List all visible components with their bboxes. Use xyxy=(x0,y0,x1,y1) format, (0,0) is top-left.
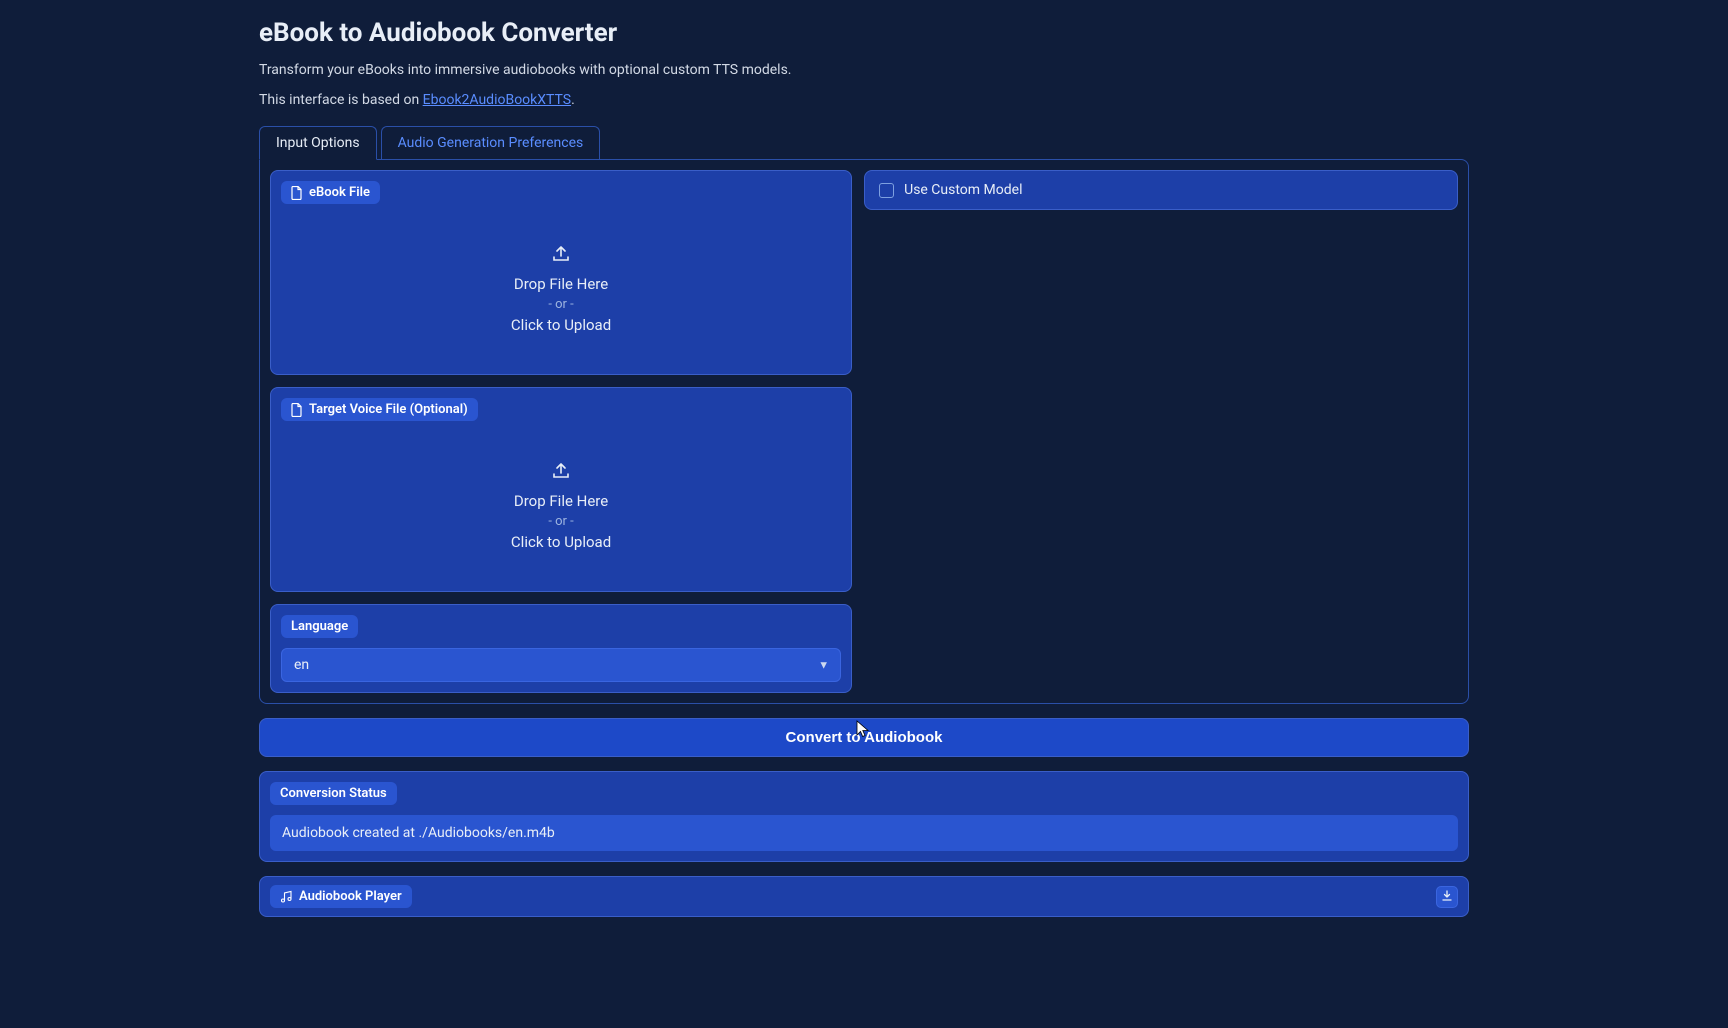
click-upload-text: Click to Upload xyxy=(511,533,611,551)
voice-file-card: Target Voice File (Optional) Drop File H… xyxy=(270,387,852,592)
based-on-link[interactable]: Ebook2AudioBookXTTS xyxy=(423,92,571,108)
status-badge: Conversion Status xyxy=(270,782,397,805)
file-icon xyxy=(291,403,303,417)
voice-file-badge: Target Voice File (Optional) xyxy=(281,398,478,421)
tab-audio-prefs[interactable]: Audio Generation Preferences xyxy=(381,126,601,160)
or-text: - or - xyxy=(548,297,573,312)
based-on-text: This interface is based on Ebook2AudioBo… xyxy=(259,92,1469,108)
download-icon xyxy=(1441,887,1453,906)
drop-text: Drop File Here xyxy=(514,492,608,510)
status-card: Conversion Status Audiobook created at .… xyxy=(259,771,1469,862)
download-button[interactable] xyxy=(1436,886,1458,908)
click-upload-text: Click to Upload xyxy=(511,316,611,334)
page-subtitle: Transform your eBooks into immersive aud… xyxy=(259,62,1469,78)
language-label: Language xyxy=(291,619,348,634)
voice-dropzone[interactable]: Drop File Here - or - Click to Upload xyxy=(281,431,841,581)
tabs: Input Options Audio Generation Preferenc… xyxy=(259,126,1469,160)
tab-panel-input: eBook File Drop File Here - or - Click t… xyxy=(259,159,1469,704)
status-label: Conversion Status xyxy=(280,786,387,801)
language-badge: Language xyxy=(281,615,358,638)
ebook-dropzone[interactable]: Drop File Here - or - Click to Upload xyxy=(281,214,841,364)
tab-input-options[interactable]: Input Options xyxy=(259,126,377,160)
player-badge: Audiobook Player xyxy=(270,885,412,908)
convert-button[interactable]: Convert to Audiobook xyxy=(259,718,1469,757)
use-custom-model-label: Use Custom Model xyxy=(904,182,1022,198)
player-card: Audiobook Player xyxy=(259,876,1469,917)
ebook-file-card: eBook File Drop File Here - or - Click t… xyxy=(270,170,852,375)
upload-icon xyxy=(551,245,571,267)
custom-model-card: Use Custom Model xyxy=(864,170,1458,210)
or-text: - or - xyxy=(548,514,573,529)
music-icon xyxy=(280,890,293,903)
ebook-file-label: eBook File xyxy=(309,185,370,200)
page-title: eBook to Audiobook Converter xyxy=(259,18,1469,48)
voice-file-label: Target Voice File (Optional) xyxy=(309,402,468,417)
upload-icon xyxy=(551,462,571,484)
language-card: Language en ▼ xyxy=(270,604,852,693)
ebook-file-badge: eBook File xyxy=(281,181,380,204)
player-label: Audiobook Player xyxy=(299,889,402,904)
use-custom-model-checkbox[interactable] xyxy=(879,183,894,198)
drop-text: Drop File Here xyxy=(514,275,608,293)
based-on-prefix: This interface is based on xyxy=(259,92,423,108)
file-icon xyxy=(291,186,303,200)
language-select[interactable]: en xyxy=(281,648,841,682)
status-message: Audiobook created at ./Audiobooks/en.m4b xyxy=(270,815,1458,851)
based-on-suffix: . xyxy=(571,92,575,108)
